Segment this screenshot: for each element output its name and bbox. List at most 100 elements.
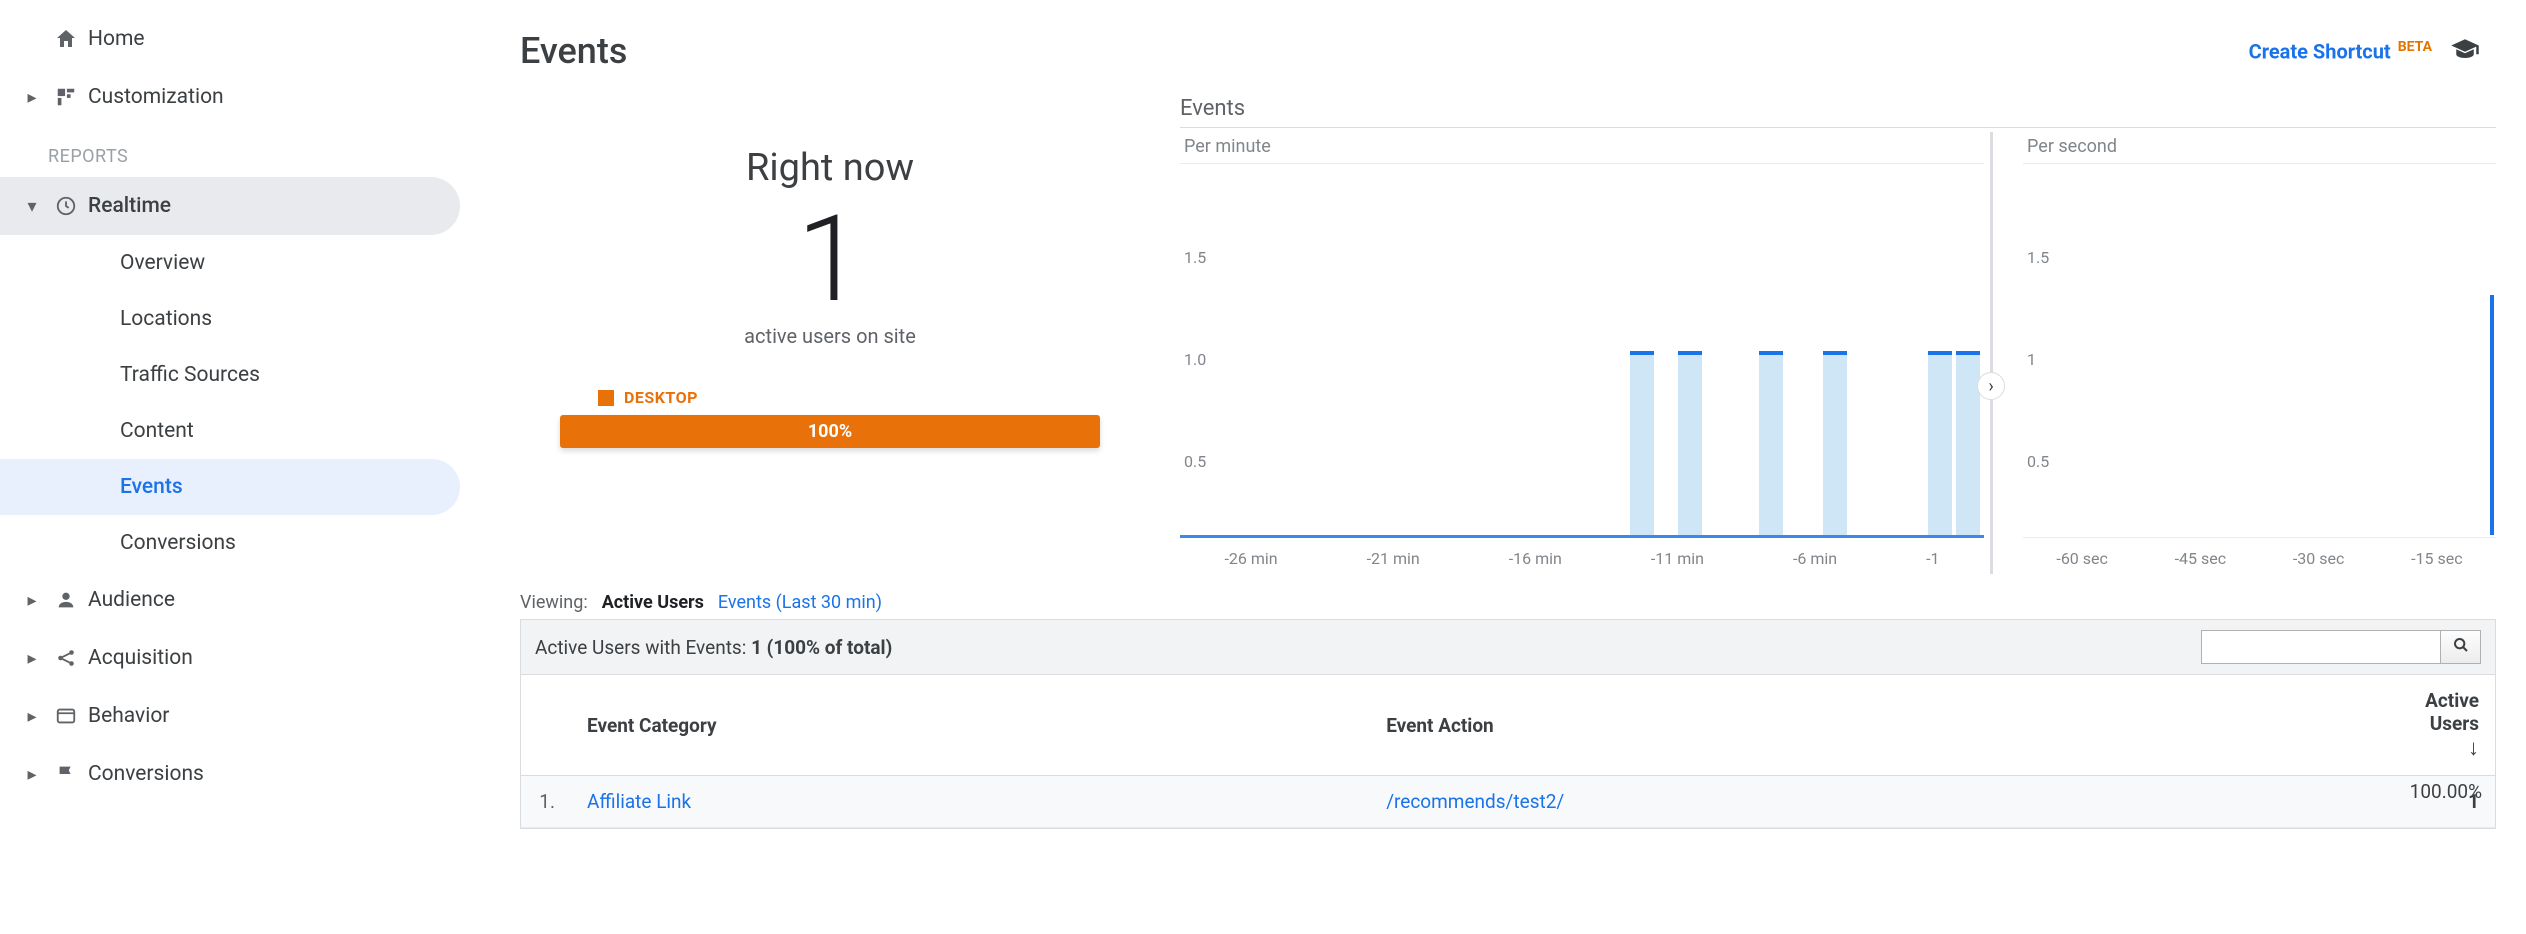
nav-home[interactable]: Home xyxy=(0,10,490,68)
chart-bar xyxy=(1759,355,1783,535)
nav-realtime-label: Realtime xyxy=(88,194,171,218)
create-shortcut-link[interactable]: Create Shortcut BETA xyxy=(2249,39,2432,64)
charts-column: Events Per minute 1.5 1.0 0.5 xyxy=(1180,96,2496,574)
right-now-title: Right now xyxy=(746,146,914,190)
chart-bar xyxy=(1678,355,1702,535)
reports-section-label: REPORTS xyxy=(0,126,490,177)
table-caption-bar: Active Users with Events: 1 (100% of tot… xyxy=(521,620,2495,674)
col-index xyxy=(521,675,571,776)
chart-second-xlabels: -60 sec-45 sec-30 sec-15 sec xyxy=(2023,549,2496,568)
nav-realtime[interactable]: ▾ Realtime xyxy=(0,177,460,235)
caption-value: 1 (100% of total) xyxy=(751,636,892,659)
main-content: Events Create Shortcut BETA Right now 1 … xyxy=(490,0,2526,934)
chart-bar xyxy=(1928,355,1952,535)
chart-minute-label: Per minute xyxy=(1180,132,1984,164)
header: Events Create Shortcut BETA xyxy=(490,18,2526,96)
table-search-button[interactable] xyxy=(2441,630,2481,664)
clock-icon xyxy=(44,195,88,217)
sidebar-item-locations[interactable]: Locations xyxy=(0,291,490,347)
chart-baseline xyxy=(1180,535,1984,538)
dashboard-icon xyxy=(44,86,88,108)
col-active-users-label: Active Users xyxy=(2425,689,2479,735)
sidebar-item-events[interactable]: Events xyxy=(0,459,460,515)
col-event-category[interactable]: Event Category xyxy=(571,675,1370,776)
nav-acquisition-label: Acquisition xyxy=(88,646,193,670)
events-table: Event Category Event Action Active Users… xyxy=(521,674,2495,828)
ytick: 0.5 xyxy=(2027,452,2049,471)
chart-bar xyxy=(1956,355,1980,535)
ytick: 1.5 xyxy=(2027,248,2049,267)
top-row: Right now 1 active users on site DESKTOP… xyxy=(490,96,2526,584)
viewing-tabs: Viewing: Active Users Events (Last 30 mi… xyxy=(490,584,2526,619)
nav-behavior-label: Behavior xyxy=(88,704,169,728)
chart-per-minute: Per minute 1.5 1.0 0.5 xyxy=(1180,132,1993,574)
device-legend: DESKTOP xyxy=(520,388,698,407)
chart-minute-xlabels: -26 min-21 min-16 min-11 min-6 min-1 xyxy=(1180,549,1984,568)
sidebar-item-conversions[interactable]: Conversions xyxy=(0,515,490,571)
viewing-label: Viewing: xyxy=(520,592,588,613)
nav-conversions-label: Conversions xyxy=(88,762,204,786)
flag-icon xyxy=(44,763,88,785)
sidebar-item-traffic-sources[interactable]: Traffic Sources xyxy=(0,347,490,403)
sidebar-item-label: Events xyxy=(120,475,183,499)
nav-audience[interactable]: ▸ Audience xyxy=(0,571,490,629)
right-now-value: 1 xyxy=(797,200,864,320)
sidebar-item-label: Locations xyxy=(120,307,212,331)
desktop-label: DESKTOP xyxy=(624,388,698,407)
table-header-row: Event Category Event Action Active Users… xyxy=(521,675,2495,776)
col-active-users[interactable]: Active Users ↓ xyxy=(2409,675,2495,776)
desktop-swatch-icon xyxy=(598,390,614,406)
ytick: 0.5 xyxy=(1184,452,1206,471)
caret-right-icon: ▸ xyxy=(20,590,44,611)
cell-pct: 100.00% xyxy=(490,780,2482,803)
charts-row: Per minute 1.5 1.0 0.5 xyxy=(1180,132,2496,574)
chart-bar xyxy=(1630,355,1654,535)
caret-down-icon: ▾ xyxy=(20,196,44,217)
sidebar: Home ▸ Customization REPORTS ▾ Realtime … xyxy=(0,0,490,934)
behavior-icon xyxy=(44,705,88,727)
right-now-subtitle: active users on site xyxy=(744,324,916,348)
table-search-input[interactable] xyxy=(2201,630,2441,664)
nav-customization[interactable]: ▸ Customization xyxy=(0,68,490,126)
sidebar-item-label: Content xyxy=(120,419,194,443)
charts-title: Events xyxy=(1180,96,2496,128)
nav-audience-label: Audience xyxy=(88,588,175,612)
chart-expand-button[interactable]: › xyxy=(1977,372,2005,400)
sidebar-item-label: Overview xyxy=(120,251,205,275)
education-icon[interactable] xyxy=(2450,36,2480,67)
tab-events-30min[interactable]: Events (Last 30 min) xyxy=(718,592,882,613)
tab-active-users[interactable]: Active Users xyxy=(602,592,704,613)
col-event-action[interactable]: Event Action xyxy=(1370,675,2409,776)
caption-prefix: Active Users with Events: xyxy=(535,636,746,659)
caret-right-icon: ▸ xyxy=(20,764,44,785)
chart-second-label: Per second xyxy=(2023,132,2496,164)
share-icon xyxy=(44,647,88,669)
ytick: 1.5 xyxy=(1184,248,1206,267)
sidebar-item-content[interactable]: Content xyxy=(0,403,490,459)
table-caption-text: Active Users with Events: 1 (100% of tot… xyxy=(535,636,892,659)
nav-conversions[interactable]: ▸ Conversions xyxy=(0,745,490,803)
home-icon xyxy=(44,27,88,51)
ytick: 1.0 xyxy=(1184,350,1206,369)
nav-customization-label: Customization xyxy=(88,85,224,109)
beta-badge: BETA xyxy=(2398,39,2432,55)
person-icon xyxy=(44,589,88,611)
table-search xyxy=(2201,630,2481,664)
sidebar-item-label: Conversions xyxy=(120,531,236,555)
nav-behavior[interactable]: ▸ Behavior xyxy=(0,687,490,745)
chart-second-canvas: 1.5 1 0.5 -60 sec-45 sec-30 sec-15 sec xyxy=(2023,164,2496,574)
sidebar-item-label: Traffic Sources xyxy=(120,363,260,387)
search-icon xyxy=(2453,637,2469,653)
chart-minute-canvas: 1.5 1.0 0.5 -26 min-21 min-16 min-11 min… xyxy=(1180,164,1984,574)
caret-right-icon: ▸ xyxy=(20,706,44,727)
page-title: Events xyxy=(520,30,627,72)
sidebar-item-overview[interactable]: Overview xyxy=(0,235,490,291)
chart-baseline xyxy=(2023,537,2496,538)
header-actions: Create Shortcut BETA xyxy=(2249,36,2480,67)
nav-home-label: Home xyxy=(88,27,145,51)
chart-bar xyxy=(1823,355,1847,535)
create-shortcut-label: Create Shortcut xyxy=(2249,39,2391,63)
caret-right-icon: ▸ xyxy=(20,648,44,669)
device-percent-bar: 100% xyxy=(560,415,1100,448)
nav-acquisition[interactable]: ▸ Acquisition xyxy=(0,629,490,687)
